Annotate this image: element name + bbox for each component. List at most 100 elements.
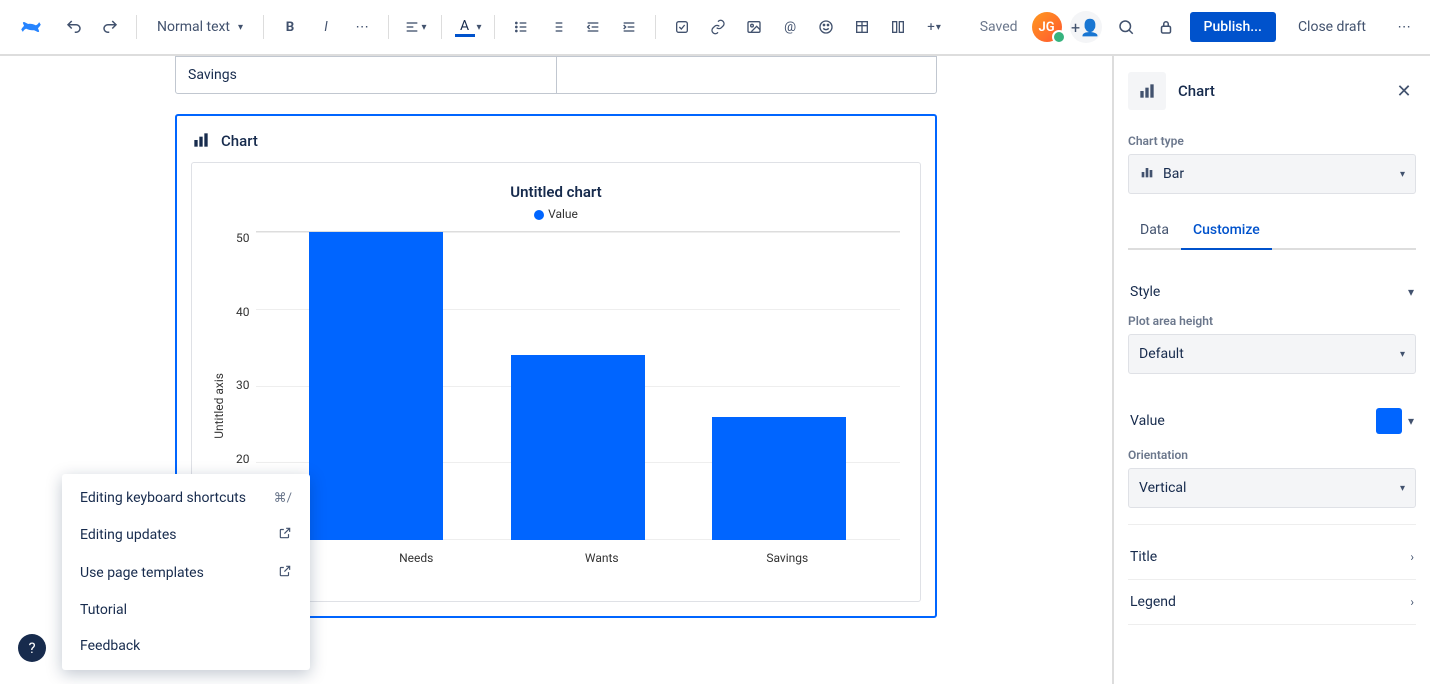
plot-area-height-value: Default [1139,346,1184,362]
chevron-down-icon: ▾ [1400,483,1405,494]
tab-customize[interactable]: Customize [1181,214,1272,248]
align-dropdown[interactable]: ▾ [399,11,431,43]
italic-button[interactable]: I [310,11,342,43]
chevron-down-icon: ▾ [1408,414,1414,428]
orientation-select[interactable]: Vertical ▾ [1128,468,1416,508]
find-replace-button[interactable] [1110,11,1142,43]
help-button[interactable]: ? [18,634,46,662]
text-style-label: Normal text [157,19,230,35]
chart-title: Untitled chart [212,183,900,201]
indent-button[interactable] [613,11,645,43]
divider [441,15,442,39]
divider [494,15,495,39]
chevron-down-icon: ▾ [1408,285,1414,299]
chevron-down-icon: ▾ [1400,349,1405,360]
help-item-templates[interactable]: Use page templates [62,554,310,592]
confluence-logo [18,13,46,41]
help-item-label: Tutorial [80,602,127,618]
external-link-icon [278,526,292,544]
mention-button[interactable]: @ [774,11,806,43]
panel-title: Chart [1178,82,1380,100]
value-label: Value [1130,413,1165,429]
user-avatar[interactable]: JG [1032,12,1062,42]
orientation-value: Vertical [1139,480,1186,496]
help-item-label: Use page templates [80,565,204,581]
chart-config-panel: Chart ✕ Chart type Bar ▾ Data Customize … [1112,56,1430,684]
insert-more-button[interactable]: +▾ [918,11,950,43]
link-button[interactable] [702,11,734,43]
divider [655,15,656,39]
close-draft-button[interactable]: Close draft [1284,12,1380,42]
presence-badge [1052,30,1066,44]
table-cell[interactable] [556,57,937,93]
text-color-button[interactable]: A▾ [452,11,484,43]
legend-label: Value [548,207,578,221]
text-style-dropdown[interactable]: Normal text ▾ [147,11,253,43]
bars-container [256,232,901,539]
more-formatting-button[interactable]: ⋯ [346,11,378,43]
chevron-down-icon: ▾ [1400,169,1405,180]
table-fragment[interactable]: Savings [175,56,937,94]
editor-toolbar: Normal text ▾ B I ⋯ ▾ A▾ @ +▾ Saved JG +… [0,0,1430,56]
y-tick: 30 [236,378,250,392]
value-color-row[interactable]: Value ▾ [1128,394,1416,448]
more-actions-button[interactable]: ⋯ [1388,11,1420,43]
numbered-list-button[interactable] [541,11,573,43]
keyboard-shortcut: ⌘/ [274,491,292,506]
bar-chart-icon [1139,164,1155,184]
chevron-right-icon: › [1410,595,1414,609]
plot-area-height-label: Plot area height [1128,314,1416,328]
bold-button[interactable]: B [274,11,306,43]
plot-area: Untitled axis 50 40 30 20 10 [212,231,900,581]
x-label: Wants [535,551,669,565]
tab-data[interactable]: Data [1128,214,1181,248]
help-item-updates[interactable]: Editing updates [62,516,310,554]
close-panel-button[interactable]: ✕ [1392,79,1416,103]
bar-needs [309,232,443,539]
layouts-button[interactable] [882,11,914,43]
publish-button[interactable]: Publish... [1190,12,1276,42]
image-button[interactable] [738,11,770,43]
chart-type-select[interactable]: Bar ▾ [1128,154,1416,194]
x-label: Savings [720,551,854,565]
chart-type-value: Bar [1163,166,1184,182]
restrictions-button[interactable] [1150,11,1182,43]
table-button[interactable] [846,11,878,43]
toolbar-right-group: Saved JG +👤 Publish... Close draft ⋯ [980,11,1420,43]
help-item-shortcuts[interactable]: Editing keyboard shortcuts ⌘/ [62,480,310,516]
table-cell[interactable]: Savings [176,57,556,93]
style-label: Style [1130,284,1160,300]
chevron-down-icon: ▾ [238,22,243,33]
style-row[interactable]: Style ▾ [1128,270,1416,314]
action-item-button[interactable] [666,11,698,43]
x-label: Needs [349,551,483,565]
emoji-button[interactable] [810,11,842,43]
help-item-label: Editing keyboard shortcuts [80,490,246,506]
saved-status: Saved [980,19,1018,35]
help-item-feedback[interactable]: Feedback [62,628,310,664]
chart-icon [1128,72,1166,110]
undo-button[interactable] [58,11,90,43]
redo-button[interactable] [94,11,126,43]
title-row[interactable]: Title › [1128,535,1416,580]
outdent-button[interactable] [577,11,609,43]
help-item-tutorial[interactable]: Tutorial [62,592,310,628]
help-menu-popup: Editing keyboard shortcuts ⌘/ Editing up… [62,474,310,670]
color-swatch[interactable] [1376,408,1402,434]
chart-icon [191,130,213,152]
chart-legend: Value [212,207,900,221]
panel-header: Chart ✕ [1128,72,1416,110]
title-label: Title [1130,549,1157,565]
chart-block-header: Chart [191,130,921,152]
chevron-right-icon: › [1410,550,1414,564]
panel-tabs: Data Customize [1128,214,1416,250]
legend-row[interactable]: Legend › [1128,580,1416,625]
plot-area-height-select[interactable]: Default ▾ [1128,334,1416,374]
bullet-list-button[interactable] [505,11,537,43]
help-item-label: Editing updates [80,527,177,543]
invite-user-button[interactable]: +👤 [1070,11,1102,43]
bar-wants [511,355,645,539]
legend-label: Legend [1130,594,1176,610]
y-tick: 50 [236,231,250,245]
divider [136,15,137,39]
